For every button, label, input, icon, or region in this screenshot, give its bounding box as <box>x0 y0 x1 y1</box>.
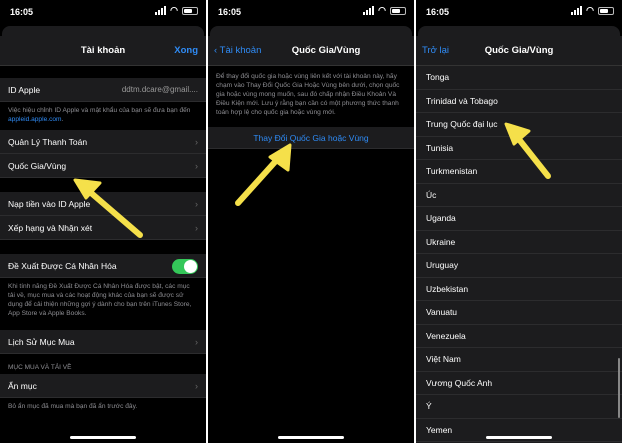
country-item[interactable]: Tunisia <box>416 137 622 160</box>
navigation-bar: Trở lại Quốc Gia/Vùng <box>416 36 622 66</box>
apple-id-link[interactable]: appleid.apple.com <box>8 116 62 123</box>
chevron-right-icon: › <box>195 161 198 171</box>
country-item[interactable]: Tonga <box>416 66 622 90</box>
country-list-screen: 16:05 ◠ Trở lại Quốc Gia/Vùng Tonga Trin… <box>416 0 622 443</box>
signal-icon <box>363 6 375 15</box>
history-row[interactable]: Lịch Sử Mục Mua › <box>0 330 206 354</box>
apple-id-row[interactable]: ID Apple ddtm.dcare@gmail.... <box>0 78 206 102</box>
status-time: 16:05 <box>10 7 34 17</box>
apple-id-note: Việc hiệu chỉnh ID Apple và mật khẩu của… <box>0 102 206 130</box>
page-title: Quốc Gia/Vùng <box>291 45 361 56</box>
ratings-label: Xếp hạng và Nhận xét <box>8 223 93 233</box>
hidden-row[interactable]: Ẩn mục › <box>0 374 206 398</box>
change-country-note: Để thay đổi quốc gia hoặc vùng liên kết … <box>216 73 400 116</box>
hidden-label: Ẩn mục <box>8 381 37 391</box>
wifi-icon: ◠ <box>170 5 178 15</box>
apple-id-label: ID Apple <box>8 85 41 95</box>
payment-label: Quản Lý Thanh Toán <box>8 137 88 147</box>
country-item[interactable]: Uruguay <box>416 254 622 278</box>
navigation-bar: Tài khoản Xong <box>0 36 206 66</box>
country-item[interactable]: Ukraine <box>416 231 622 254</box>
battery-icon <box>598 6 614 15</box>
chevron-right-icon: › <box>195 337 198 347</box>
country-item[interactable]: Việt Nam <box>416 348 622 372</box>
status-time: 16:05 <box>426 7 450 17</box>
status-bar: 16:05 ◠ <box>416 0 622 26</box>
signal-icon <box>155 6 167 15</box>
signal-icon <box>571 6 583 15</box>
status-time: 16:05 <box>218 7 242 17</box>
apple-id-value: ddtm.dcare@gmail.... <box>121 85 198 94</box>
wifi-icon: ◠ <box>586 5 594 15</box>
chevron-right-icon: › <box>195 223 198 233</box>
topup-label: Nạp tiền vào ID Apple <box>8 199 91 209</box>
status-bar: 16:05 ◠ <box>208 0 414 26</box>
home-indicator <box>486 436 552 439</box>
country-item[interactable]: Úc <box>416 184 622 207</box>
navigation-bar: ‹ Tài khoản Quốc Gia/Vùng <box>208 36 414 66</box>
done-button[interactable]: Xong <box>174 45 198 56</box>
status-bar: 16:05 ◠ <box>0 0 206 26</box>
personalized-row: Đề Xuất Được Cá Nhân Hóa <box>0 254 206 278</box>
home-indicator <box>70 436 136 439</box>
country-item[interactable]: Venezuela <box>416 325 622 348</box>
country-item[interactable]: Ý <box>416 395 622 419</box>
page-title: Quốc Gia/Vùng <box>484 45 554 56</box>
account-screen: 16:05 ◠ Tài khoản Xong ID Apple ddtm.dca… <box>0 0 206 443</box>
sheet-grabber <box>210 26 412 36</box>
ratings-row[interactable]: Xếp hạng và Nhận xét › <box>0 216 206 240</box>
chevron-right-icon: › <box>195 137 198 147</box>
country-list: Tonga Trinidad và Tobago Trung Quốc đại … <box>416 66 622 443</box>
apple-id-note-end: . <box>61 116 64 123</box>
sheet-grabber <box>418 26 620 36</box>
payment-row[interactable]: Quản Lý Thanh Toán › <box>0 130 206 154</box>
country-item[interactable]: Uganda <box>416 207 622 231</box>
country-row[interactable]: Quốc Gia/Vùng › <box>0 154 206 178</box>
history-label: Lịch Sử Mục Mua <box>8 337 75 347</box>
apple-id-note-text: Việc hiệu chỉnh ID Apple và mật khẩu của… <box>8 107 191 114</box>
country-item[interactable]: Uzbekistan <box>416 278 622 301</box>
chevron-right-icon: › <box>195 199 198 209</box>
change-country-button[interactable]: Thay Đổi Quốc Gia hoặc Vùng <box>208 127 414 149</box>
country-label: Quốc Gia/Vùng <box>8 161 67 171</box>
topup-row[interactable]: Nạp tiền vào ID Apple › <box>0 192 206 216</box>
home-indicator <box>278 436 344 439</box>
personalized-label: Đề Xuất Được Cá Nhân Hóa <box>8 261 117 271</box>
wifi-icon: ◠ <box>378 5 386 15</box>
chevron-right-icon: › <box>195 381 198 391</box>
country-region-screen: 16:05 ◠ ‹ Tài khoản Quốc Gia/Vùng Để tha… <box>208 0 414 443</box>
country-item[interactable]: Turkmenistan <box>416 160 622 184</box>
country-item[interactable]: Vanuatu <box>416 301 622 325</box>
section-header-purchases: MỤC MUA VÀ TẢI VỀ <box>8 364 72 371</box>
country-item[interactable]: Trung Quốc đại lục <box>416 113 622 137</box>
scrollbar[interactable] <box>618 358 620 418</box>
country-item[interactable]: Trinidad và Tobago <box>416 90 622 113</box>
battery-icon <box>390 6 406 15</box>
hidden-note: Bỏ ẩn mục đã mua mà bạn đã ẩn trước đây. <box>8 403 138 410</box>
battery-icon <box>182 6 198 15</box>
personalized-toggle[interactable] <box>172 259 198 274</box>
sheet-grabber <box>2 26 204 36</box>
personalized-note: Khi tính năng Đề Xuất Được Cá Nhân Hóa đ… <box>8 283 192 317</box>
country-item[interactable]: Vương Quốc Anh <box>416 372 622 395</box>
